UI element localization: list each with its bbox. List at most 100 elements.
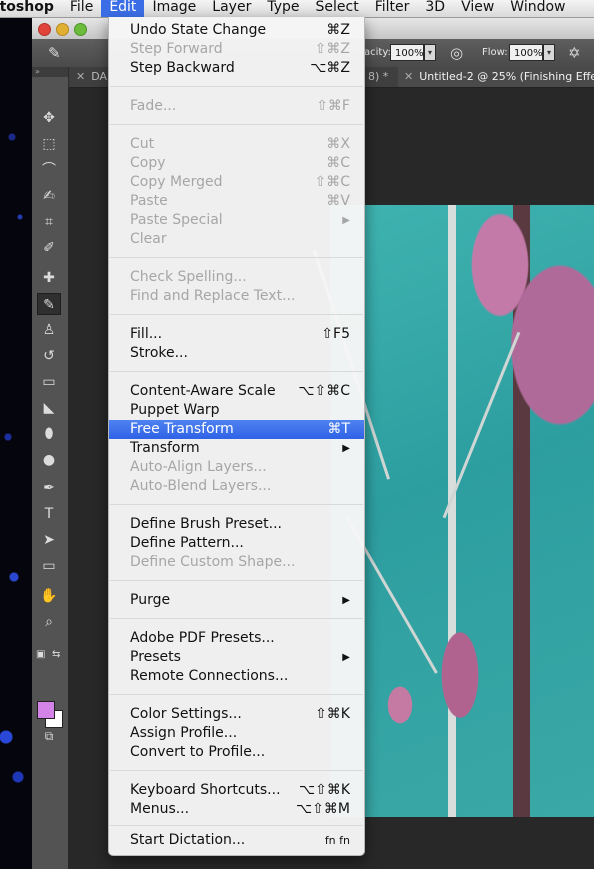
menu-item-paste: Paste ⌘V (130, 193, 350, 209)
menu-item-convert-to-profile[interactable]: Convert to Profile... (109, 743, 364, 762)
menu-item-find-replace-text: Find and Replace Text... (130, 288, 296, 304)
submenu-arrow-icon: ▶ (342, 652, 350, 663)
close-tab-icon[interactable]: ✕ (76, 70, 85, 83)
menu-item-content-aware-scale[interactable]: Content-Aware Scale ⌥⇧⌘C (109, 382, 364, 401)
menu-item-start-dictation[interactable]: Start Dictation... fn fn (109, 831, 364, 850)
tab-document-1-fragment: 8) * (368, 70, 389, 83)
menu-item-puppet-warp[interactable]: Puppet Warp (109, 401, 364, 420)
menu-item-define-custom-shape: Define Custom Shape... (130, 554, 296, 570)
menu-item-adobe-pdf-presets[interactable]: Adobe PDF Presets... (109, 629, 364, 648)
menubar-select[interactable]: Select (308, 0, 367, 17)
blur-tool-icon[interactable]: ⬮ (37, 423, 61, 445)
default-colors-icon[interactable]: ▣ (36, 649, 45, 660)
menu-item-stroke[interactable]: Stroke... (109, 344, 364, 363)
paint-bucket-tool-icon[interactable]: ◣ (37, 397, 61, 419)
menubar: otoshop File Edit Image Layer Type Selec… (0, 0, 594, 18)
opacity-field[interactable]: 100% (390, 44, 424, 61)
marquee-tool-icon[interactable]: ⬚ (37, 133, 61, 155)
path-selection-tool-icon[interactable]: ➤ (37, 529, 61, 551)
minimize-window-button[interactable] (56, 23, 69, 36)
menubar-edit[interactable]: Edit (101, 0, 145, 17)
screen-mode-icon[interactable]: ⧉ (37, 725, 61, 747)
flow-label: Flow: (482, 47, 508, 58)
close-tab-icon[interactable]: ✕ (404, 70, 413, 83)
desktop-background (0, 17, 32, 869)
edit-menu: Undo State Change ⌘Z Step Forward ⇧⌘Z Step… (108, 17, 365, 856)
close-window-button[interactable] (38, 23, 51, 36)
menu-separator (110, 86, 363, 87)
menu-item-remote-connections[interactable]: Remote Connections... (109, 667, 364, 686)
tab-document-1[interactable]: ✕ DA (76, 67, 107, 87)
canvas-image-branch (442, 331, 521, 519)
rectangle-tool-icon[interactable]: ▭ (37, 555, 61, 577)
menu-item-define-brush-preset[interactable]: Define Brush Preset... (109, 515, 364, 534)
dodge-tool-icon[interactable]: ● (37, 449, 61, 471)
menubar-layer[interactable]: Layer (204, 0, 259, 17)
healing-brush-tool-icon[interactable]: ✚ (37, 267, 61, 289)
history-brush-tool-icon[interactable]: ↺ (37, 345, 61, 367)
move-tool-icon[interactable]: ✥ (37, 107, 61, 129)
pen-tool-icon[interactable]: ✒ (37, 477, 61, 499)
menu-item-color-settings[interactable]: Color Settings... ⇧⌘K (109, 705, 364, 724)
menu-separator (110, 770, 363, 771)
brush-preset-icon[interactable]: ✎ (48, 44, 68, 62)
menu-separator (110, 694, 363, 695)
eyedropper-tool-icon[interactable]: ✐ (37, 237, 61, 259)
submenu-arrow-icon: ▶ (342, 595, 350, 606)
opacity-dropdown-icon[interactable]: ▾ (424, 44, 436, 61)
menubar-3d[interactable]: 3D (417, 0, 453, 17)
quick-selection-tool-icon[interactable]: ✍ (37, 185, 61, 207)
menu-separator (110, 124, 363, 125)
menu-item-copy: Copy ⌘C (130, 155, 350, 171)
menubar-type[interactable]: Type (259, 0, 307, 17)
menu-item-free-transform[interactable]: Free Transform ⌘T (109, 420, 364, 439)
menubar-view[interactable]: View (453, 0, 502, 17)
menubar-image[interactable]: Image (144, 0, 204, 17)
tools-panel: » ✥ ⬚ ⌒ ✍ ⌗ ✐ ✚ ✎ ♙ ↺ ▭ ◣ ⬮ ● ✒ T ➤ ▭ ✋ … (32, 67, 69, 869)
crop-tool-icon[interactable]: ⌗ (37, 211, 61, 233)
airbrush-icon[interactable]: ✡ (568, 44, 581, 62)
tab-untitled-2[interactable]: ✕ Untitled-2 @ 25% (Finishing Effects (398, 67, 594, 87)
menu-separator (110, 371, 363, 372)
menu-item-step-forward: Step Forward ⇧⌘Z (130, 41, 350, 57)
menu-item-fill[interactable]: Fill... ⇧F5 (109, 325, 364, 344)
menubar-app-name[interactable]: otoshop (0, 0, 62, 17)
menu-item-clear: Clear (130, 231, 167, 247)
foreground-color-swatch[interactable] (37, 701, 55, 719)
menubar-file[interactable]: File (62, 0, 101, 17)
menu-item-transform[interactable]: Transform ▶ (109, 439, 364, 458)
eraser-tool-icon[interactable]: ▭ (37, 371, 61, 393)
swap-colors-icon[interactable]: ⇆ (52, 649, 60, 660)
type-tool-icon[interactable]: T (37, 503, 61, 525)
submenu-arrow-icon: ▶ (342, 443, 350, 454)
zoom-tool-icon[interactable]: ⌕ (37, 611, 61, 633)
menu-item-assign-profile[interactable]: Assign Profile... (109, 724, 364, 743)
clone-stamp-tool-icon[interactable]: ♙ (37, 319, 61, 341)
menu-item-presets[interactable]: Presets ▶ (109, 648, 364, 667)
opacity-label: acity: (364, 47, 391, 58)
flow-dropdown-icon[interactable]: ▾ (543, 44, 555, 61)
menu-separator (110, 314, 363, 315)
menu-separator (110, 825, 363, 826)
menubar-window[interactable]: Window (502, 0, 573, 17)
menu-item-fade: Fade... ⇧⌘F (130, 98, 350, 114)
hand-tool-icon[interactable]: ✋ (37, 585, 61, 607)
lasso-tool-icon[interactable]: ⌒ (37, 159, 61, 181)
menu-item-menus[interactable]: Menus... ⌥⇧⌘M (109, 800, 364, 819)
menu-item-undo-state-change[interactable]: Undo State Change ⌘Z (109, 21, 364, 40)
menu-item-keyboard-shortcuts[interactable]: Keyboard Shortcuts... ⌥⇧⌘K (109, 781, 364, 800)
canvas-image[interactable] (312, 205, 594, 817)
menubar-filter[interactable]: Filter (367, 0, 418, 17)
pressure-opacity-icon[interactable]: ◎ (450, 44, 463, 62)
menu-item-paste-special: Paste Special ▶ (130, 212, 350, 228)
flow-field[interactable]: 100% (509, 44, 543, 61)
menu-item-purge[interactable]: Purge ▶ (109, 591, 364, 610)
menu-item-step-backward[interactable]: Step Backward ⌥⌘Z (109, 59, 364, 78)
menu-item-define-pattern[interactable]: Define Pattern... (109, 534, 364, 553)
menu-item-auto-align-layers: Auto-Align Layers... (130, 459, 267, 475)
menu-item-cut: Cut ⌘X (130, 136, 350, 152)
panel-grip-icon[interactable]: » (32, 67, 68, 77)
menu-item-check-spelling: Check Spelling... (130, 269, 247, 285)
zoom-window-button[interactable] (74, 23, 87, 36)
brush-tool-icon[interactable]: ✎ (37, 293, 61, 315)
